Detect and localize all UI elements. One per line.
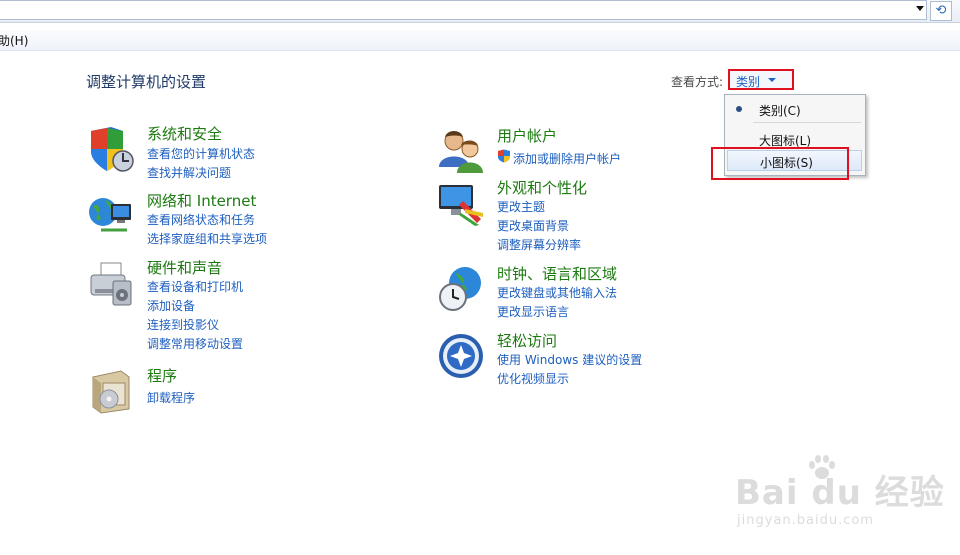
radio-dot-icon xyxy=(736,106,742,112)
link-uninstall-program[interactable]: 卸载程序 xyxy=(147,389,195,406)
watermark-main: Bai du 经验 xyxy=(735,473,945,513)
category-title[interactable]: 时钟、语言和区域 xyxy=(497,263,617,284)
link-troubleshoot[interactable]: 查找并解决问题 xyxy=(147,164,231,181)
link-mobility-settings[interactable]: 调整常用移动设置 xyxy=(147,335,243,352)
ease-of-access-icon xyxy=(439,334,483,378)
shield-icon xyxy=(91,127,134,172)
link-optimize-display[interactable]: 优化视频显示 xyxy=(497,370,569,387)
programs-box-icon xyxy=(92,370,130,414)
link-add-remove-users[interactable]: 添加或删除用户帐户 xyxy=(513,150,621,167)
link-add-device[interactable]: 添加设备 xyxy=(147,297,195,314)
category-title[interactable]: 硬件和声音 xyxy=(147,257,222,278)
network-globe-icon xyxy=(89,198,131,232)
address-bar-strip: ⟲ xyxy=(0,0,960,23)
link-connect-projector[interactable]: 连接到投影仪 xyxy=(147,316,219,333)
watermark-url: jingyan.baidu.com xyxy=(737,513,874,528)
category-title[interactable]: 程序 xyxy=(147,365,177,386)
link-change-input[interactable]: 更改键盘或其他输入法 xyxy=(497,284,617,301)
category-title[interactable]: 用户帐户 xyxy=(497,125,557,146)
refresh-icon[interactable]: ⟲ xyxy=(930,1,952,21)
link-change-background[interactable]: 更改桌面背景 xyxy=(497,217,569,234)
menu-bar: 助(H) xyxy=(0,30,960,51)
users-icon xyxy=(439,131,483,173)
clock-globe-icon xyxy=(439,267,481,311)
printer-icon xyxy=(90,262,132,306)
link-devices-printers[interactable]: 查看设备和打印机 xyxy=(147,278,243,295)
view-by-button[interactable]: 类别 xyxy=(728,69,794,90)
link-change-theme[interactable]: 更改主题 xyxy=(497,198,545,215)
category-title[interactable]: 系统和安全 xyxy=(147,123,222,144)
menu-help[interactable]: 助(H) xyxy=(0,32,28,49)
category-title[interactable]: 轻松访问 xyxy=(497,330,557,351)
link-windows-recommended[interactable]: 使用 Windows 建议的设置 xyxy=(497,351,642,368)
highlight-box xyxy=(711,147,849,180)
link-network-status[interactable]: 查看网络状态和任务 xyxy=(147,211,255,228)
monitor-paint-icon xyxy=(439,185,483,226)
category-title[interactable]: 外观和个性化 xyxy=(497,177,587,198)
view-by-value: 类别 xyxy=(736,75,761,89)
link-check-computer-status[interactable]: 查看您的计算机状态 xyxy=(147,145,255,162)
uac-shield-icon xyxy=(498,149,510,163)
link-homegroup[interactable]: 选择家庭组和共享选项 xyxy=(147,230,267,247)
menu-item-category[interactable]: 类别(C) xyxy=(727,98,862,120)
address-bar[interactable] xyxy=(0,0,927,20)
address-dropdown-icon[interactable] xyxy=(916,6,924,11)
link-screen-resolution[interactable]: 调整屏幕分辨率 xyxy=(497,236,581,253)
chevron-down-icon xyxy=(768,78,776,82)
link-display-language[interactable]: 更改显示语言 xyxy=(497,303,569,320)
view-by-label: 查看方式: xyxy=(671,75,724,89)
menu-divider xyxy=(753,122,861,123)
watermark: Bai du 经验 jingyan.baidu.com xyxy=(735,455,960,545)
page-title: 调整计算机的设置 xyxy=(86,73,207,91)
category-title[interactable]: 网络和 Internet xyxy=(147,190,256,211)
